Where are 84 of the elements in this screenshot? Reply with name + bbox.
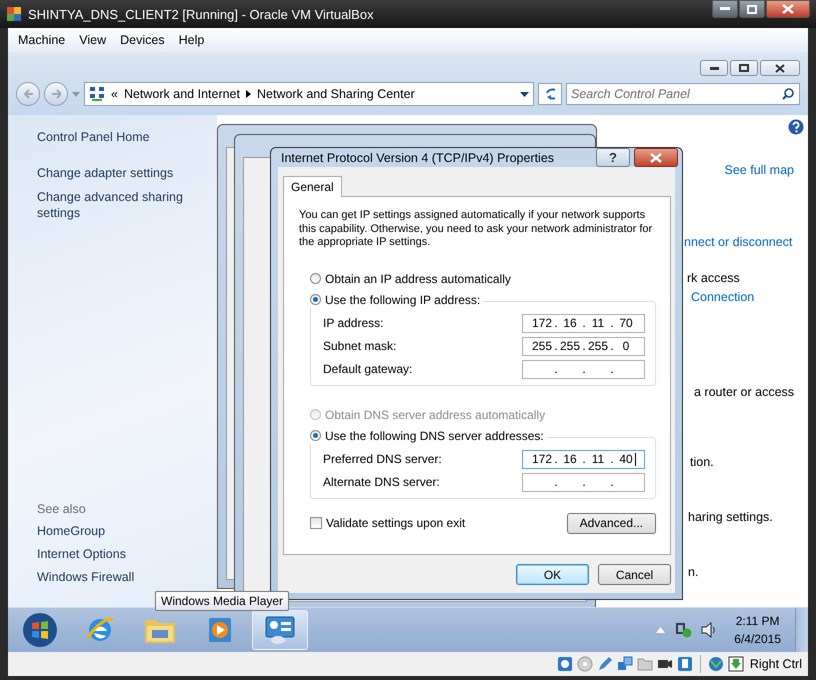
link[interactable]: See full map (724, 163, 794, 177)
maximize-icon (739, 64, 749, 72)
ip-address-field[interactable]: . . . (522, 360, 645, 378)
usb-icon (676, 656, 693, 672)
menu-item[interactable]: Devices (114, 31, 171, 49)
close-button[interactable] (760, 60, 800, 76)
search-icon (782, 88, 794, 100)
maximize-icon (747, 4, 757, 14)
body-text: a router or access (694, 385, 794, 399)
help-icon[interactable] (788, 119, 804, 135)
dialog-title: Internet Protocol Version 4 (TCP/IPv4) Properties (281, 150, 556, 164)
dialog-button[interactable]: OK (516, 564, 589, 585)
close-icon (775, 64, 785, 72)
menu-item[interactable]: Help (172, 31, 210, 49)
dropdown-icon[interactable] (520, 92, 529, 96)
breadcrumb-item[interactable]: Network and Internet (124, 87, 240, 101)
ip-address-field[interactable]: 172 . 16 . 11 . 40 (522, 450, 645, 468)
ip-address-field[interactable]: 255 . 255 . 255 . 0 (522, 336, 645, 356)
disc-icon (576, 656, 593, 672)
sidebar-link[interactable]: HomeGroup (37, 523, 217, 539)
tooltip: Windows Media Player (155, 591, 290, 611)
refresh-icon (545, 87, 555, 101)
forward-arrow-icon (51, 89, 61, 99)
taskbar-button[interactable] (252, 610, 308, 650)
sidebar-link[interactable]: Internet Options (37, 546, 217, 562)
network-icon (89, 86, 105, 102)
breadcrumb-arrow-icon (246, 90, 251, 98)
address-bar[interactable]: « Network and Internet Network and Sharing Center (84, 82, 534, 106)
body-text: haring settings. (688, 510, 773, 524)
description-text: You can get IP settings assigned automatically if your network supports this capability. Otherwise, you need to ask your network administrator for the appropriate IP settings. (299, 209, 654, 250)
sidebar-link[interactable]: Control Panel Home (37, 129, 217, 145)
minimize-button[interactable] (712, 0, 738, 18)
maximize-button[interactable] (739, 0, 765, 18)
minimize-icon (720, 7, 730, 11)
minimize-icon (710, 66, 718, 70)
breadcrumb-item[interactable]: Network and Sharing Center (257, 87, 415, 101)
window-title: SHINTYA_DNS_CLIENT2 [Running] - Oracle VM VirtualBox (28, 6, 375, 22)
close-button[interactable] (766, 0, 810, 18)
close-button[interactable] (634, 148, 678, 167)
dialog-button[interactable]: Cancel (598, 564, 671, 585)
network-adapter-icon (616, 656, 633, 672)
refresh-button[interactable] (538, 83, 562, 105)
back-arrow-icon (23, 89, 33, 99)
ip-address-field[interactable]: 172 . 16 . 11 . 70 (522, 314, 645, 332)
sidebar-link[interactable]: Windows Firewall (37, 569, 217, 585)
sidebar-link[interactable]: Change advanced sharing settings (37, 189, 217, 221)
field-label: Default gateway: (323, 362, 412, 376)
field-label: IP address: (323, 316, 384, 330)
folder-icon (636, 656, 653, 672)
link[interactable]: Connection (691, 290, 754, 304)
close-icon (650, 152, 662, 162)
field-label: Alternate DNS server: (323, 475, 440, 489)
radio-button[interactable]: Obtain an IP address automatically (310, 272, 656, 286)
advanced-button[interactable]: Advanced... (566, 512, 656, 534)
speaker-icon[interactable] (701, 622, 718, 638)
checkbox[interactable]: Validate settings upon exit (310, 516, 466, 530)
section-heading: See also (37, 502, 87, 516)
body-text: tion. (690, 455, 714, 469)
start-orb-icon (22, 612, 58, 648)
network-icon[interactable] (674, 622, 692, 638)
radio-button[interactable]: Use the following DNS server addresses: (310, 428, 547, 442)
menu-item[interactable]: View (73, 31, 112, 49)
control-panel-icon (263, 614, 297, 646)
tab[interactable]: General (283, 176, 342, 197)
radio-button[interactable]: Use the following IP address: (310, 292, 484, 306)
link[interactable]: nnect or disconnect (684, 235, 792, 249)
clock[interactable]: 2:11 PM 6/4/2015 (726, 612, 789, 648)
menu-item[interactable]: Machine (12, 31, 72, 49)
host-key-label: Right Ctrl (750, 657, 802, 671)
down-arrow-icon (728, 656, 744, 672)
app-logo-icon (6, 6, 22, 22)
maximize-button[interactable] (730, 60, 758, 76)
field-label: Preferred DNS server: (323, 452, 442, 466)
ip-address-field[interactable]: . . . (522, 472, 645, 492)
sidebar-link[interactable]: Change adapter settings (37, 165, 217, 181)
search-field[interactable]: Search Control Panel (566, 83, 800, 105)
body-text: rk access (687, 271, 740, 285)
breadcrumb-chevron[interactable]: « (111, 87, 118, 101)
help-button[interactable]: ? (596, 148, 630, 167)
close-icon (782, 4, 794, 14)
body-text: n. (688, 565, 698, 579)
minimize-button[interactable] (700, 60, 728, 76)
pen-icon (596, 656, 613, 672)
field-label: Subnet mask: (323, 339, 396, 353)
